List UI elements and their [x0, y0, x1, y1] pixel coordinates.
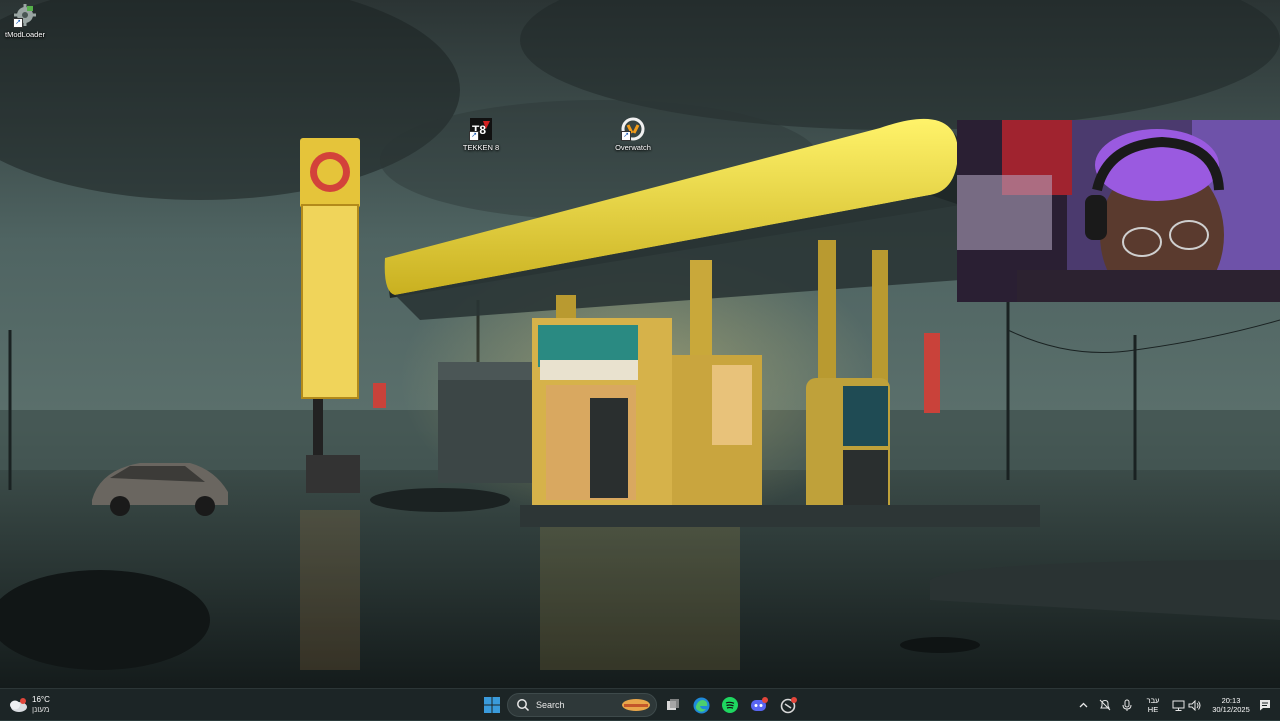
desktop-icon-label: Overwatch	[615, 143, 651, 152]
weather-condition: מעונן	[32, 705, 50, 714]
chevron-up-icon	[1079, 702, 1087, 708]
webcam-overlay	[957, 120, 1280, 302]
edge-button[interactable]	[689, 689, 713, 721]
clock-time: 20:13	[1221, 696, 1241, 705]
taskbar: 16°C מעונן Search עבר HE 20:13 30/12/202…	[0, 688, 1280, 720]
app-button[interactable]	[776, 689, 800, 721]
notifications-muted-button[interactable]	[1097, 689, 1113, 721]
windows-start-icon	[484, 697, 500, 713]
highlight-icon	[622, 699, 650, 711]
weather-temperature: 16°C	[32, 695, 50, 704]
overwatch-icon: ↗	[621, 117, 645, 141]
desktop-icon-tmodloader[interactable]: ↗ tModLoader	[0, 4, 55, 39]
notification-center-button[interactable]	[1256, 689, 1274, 721]
language-indicator[interactable]: עבר HE	[1140, 689, 1166, 721]
network-button[interactable]	[1170, 689, 1186, 721]
microphone-button[interactable]	[1119, 689, 1135, 721]
spotify-button[interactable]	[718, 689, 742, 721]
app-icon	[780, 696, 797, 713]
desktop-icon-overwatch[interactable]: ↗ Overwatch	[603, 117, 663, 152]
desktop-icon-tekken[interactable]: T8 ↗ TEKKEN 8	[451, 117, 511, 152]
shortcut-arrow-icon: ↗	[621, 131, 631, 141]
weather-widget[interactable]: 16°C מעונן	[8, 689, 68, 721]
notification-icon	[1260, 700, 1270, 711]
task-view-icon	[667, 699, 679, 710]
cloud-icon	[10, 698, 27, 712]
clock-date: 30/12/2025	[1212, 705, 1250, 714]
search-icon	[517, 699, 530, 712]
discord-icon	[751, 697, 768, 711]
search-label: Search	[536, 700, 565, 710]
muted-bell-icon	[1099, 699, 1111, 711]
desktop-icon-label: tModLoader	[4, 30, 46, 39]
language-top-label: עבר	[1146, 696, 1160, 705]
volume-icon	[1188, 699, 1200, 711]
edge-icon	[693, 697, 709, 713]
spotify-icon	[722, 697, 738, 713]
tray-overflow-button[interactable]	[1076, 689, 1090, 721]
desktop-icon-label: TEKKEN 8	[462, 143, 500, 152]
volume-button[interactable]	[1186, 689, 1202, 721]
discord-button[interactable]	[747, 689, 771, 721]
network-icon	[1172, 700, 1184, 711]
desktop: ↗ tModLoader T8 ↗ TEKKEN 8 ↗ Overwatch	[0, 0, 1280, 688]
taskbar-search[interactable]: Search	[507, 693, 657, 717]
microphone-icon	[1122, 699, 1132, 711]
start-button[interactable]	[480, 689, 504, 721]
shortcut-arrow-icon: ↗	[469, 131, 479, 141]
tmodloader-icon: ↗	[13, 4, 37, 28]
tekken-icon: T8 ↗	[469, 117, 493, 141]
wallpaper	[0, 0, 1280, 688]
clock[interactable]: 20:13 30/12/2025	[1206, 689, 1256, 721]
shortcut-arrow-icon: ↗	[13, 18, 23, 28]
task-view-button[interactable]	[662, 689, 684, 721]
language-code-label: HE	[1147, 705, 1159, 714]
